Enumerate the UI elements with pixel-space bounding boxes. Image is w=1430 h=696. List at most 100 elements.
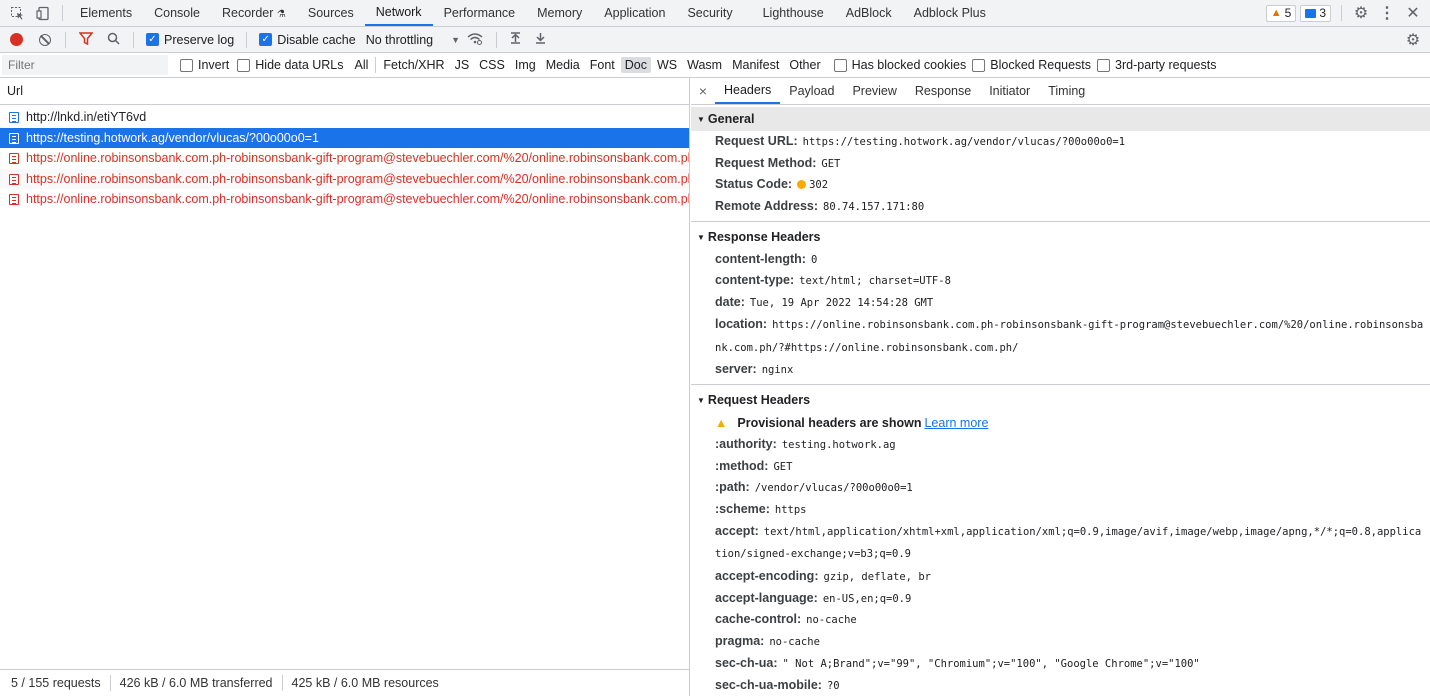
- tab-elements[interactable]: Elements: [69, 0, 143, 26]
- header-value: " Not A;Brand";v="99", "Chromium";v="100…: [782, 657, 1200, 670]
- hide-data-urls-checkbox[interactable]: Hide data URLs: [237, 58, 344, 72]
- tab-adblock[interactable]: AdBlock: [835, 0, 903, 26]
- header-key: Status Code:: [715, 177, 793, 192]
- request-details-pane: × Headers Payload Preview Response Initi…: [691, 78, 1430, 696]
- learn-more-link[interactable]: Learn more: [924, 416, 988, 430]
- header-value: https://online.robinsonsbank.com.ph-robi…: [715, 318, 1424, 354]
- has-blocked-cookies-checkbox[interactable]: Has blocked cookies: [833, 58, 966, 72]
- filter-type-js[interactable]: JS: [451, 57, 474, 73]
- close-devtools-icon[interactable]: ✕: [1400, 0, 1426, 26]
- request-row-error[interactable]: https://online.robinsonsbank.com.ph-robi…: [0, 189, 689, 210]
- messages-count: 3: [1319, 6, 1326, 20]
- provisional-text: Provisional headers are shown: [737, 415, 922, 430]
- header-key: sec-ch-ua-mobile:: [715, 677, 822, 692]
- toolbar-divider: [133, 31, 134, 48]
- filter-input[interactable]: [2, 55, 168, 75]
- more-options-icon[interactable]: ⋮: [1374, 0, 1400, 26]
- tab-preview[interactable]: Preview: [843, 78, 905, 104]
- request-row-selected[interactable]: https://testing.hotwork.ag/vendor/vlucas…: [0, 127, 689, 148]
- disable-cache-label: Disable cache: [277, 32, 356, 47]
- header-key: content-type:: [715, 273, 795, 288]
- tab-recorder-label: Recorder: [221, 6, 274, 20]
- tab-initiator[interactable]: Initiator: [980, 78, 1039, 104]
- tab-application[interactable]: Application: [593, 0, 676, 26]
- cache-control-row: cache-control: no-cache: [691, 609, 1430, 631]
- filter-type-ws[interactable]: WS: [653, 57, 681, 73]
- request-row-error[interactable]: https://online.robinsonsbank.com.ph-robi…: [0, 148, 689, 169]
- tab-console[interactable]: Console: [143, 0, 211, 26]
- tab-sources[interactable]: Sources: [297, 0, 365, 26]
- tab-adblock-plus[interactable]: Adblock Plus: [903, 0, 997, 26]
- checkbox-checked: ✓: [259, 33, 273, 46]
- filter-funnel-icon[interactable]: [78, 31, 94, 48]
- general-section-header[interactable]: ▼ General: [691, 107, 1430, 131]
- filter-type-img[interactable]: Img: [511, 57, 540, 73]
- tab-response[interactable]: Response: [906, 78, 980, 104]
- network-conditions-icon[interactable]: [467, 32, 483, 48]
- search-icon[interactable]: [107, 32, 120, 48]
- filter-type-manifest[interactable]: Manifest: [728, 57, 783, 73]
- toolbar-divider: [1341, 5, 1342, 21]
- tab-timing[interactable]: Timing: [1039, 78, 1094, 104]
- tab-security[interactable]: Security: [676, 0, 743, 26]
- disable-cache-checkbox[interactable]: ✓ Disable cache: [259, 33, 356, 47]
- general-title: General: [707, 112, 755, 126]
- request-headers-section-header[interactable]: ▼ Request Headers: [691, 388, 1430, 412]
- warnings-badge[interactable]: ▲ 5: [1265, 4, 1297, 22]
- tab-lighthouse[interactable]: Lighthouse: [752, 0, 835, 26]
- filter-type-font[interactable]: Font: [586, 57, 619, 73]
- response-headers-title: Response Headers: [707, 229, 821, 244]
- export-har-icon[interactable]: [535, 32, 546, 47]
- inspect-element-icon[interactable]: [4, 0, 30, 26]
- clear-icon[interactable]: [39, 33, 51, 46]
- device-toggle-icon[interactable]: [30, 0, 56, 26]
- tab-memory[interactable]: Memory: [526, 0, 593, 26]
- header-value: 80.74.157.171:80: [823, 201, 925, 214]
- filter-type-fetch-xhr[interactable]: Fetch/XHR: [379, 57, 448, 73]
- request-url: https://online.robinsonsbank.com.ph-robi…: [26, 171, 689, 186]
- checkbox-checked: ✓: [146, 33, 159, 46]
- header-key: content-length:: [715, 251, 806, 266]
- request-row-error[interactable]: https://online.robinsonsbank.com.ph-robi…: [0, 168, 689, 189]
- preserve-log-checkbox[interactable]: ✓ Preserve log: [146, 33, 234, 47]
- header-key: server:: [715, 362, 757, 377]
- response-headers-section-header[interactable]: ▼ Response Headers: [691, 225, 1430, 249]
- throttling-select[interactable]: No throttling ▼: [366, 33, 460, 47]
- filter-type-all[interactable]: All: [351, 57, 373, 73]
- request-headers-title: Request Headers: [707, 392, 811, 407]
- tab-payload[interactable]: Payload: [780, 78, 843, 104]
- network-settings-gear-icon[interactable]: ⚙: [1400, 30, 1426, 50]
- import-har-icon[interactable]: [510, 32, 521, 47]
- tab-performance[interactable]: Performance: [433, 0, 527, 26]
- resources-size: 425 kB / 6.0 MB resources: [291, 676, 439, 690]
- settings-gear-icon[interactable]: ⚙: [1348, 0, 1374, 26]
- filter-type-css[interactable]: CSS: [475, 57, 509, 73]
- expand-triangle-icon: ▼: [697, 395, 705, 405]
- request-row[interactable]: http://lnkd.in/etiYT6vd: [0, 107, 689, 128]
- blocked-requests-checkbox[interactable]: Blocked Requests: [972, 58, 1091, 72]
- document-icon: [9, 173, 19, 185]
- tab-recorder[interactable]: Recorder ⚗: [211, 0, 297, 26]
- header-key: Remote Address:: [715, 199, 819, 214]
- header-value: no-cache: [769, 636, 820, 649]
- filter-type-wasm[interactable]: Wasm: [683, 57, 726, 73]
- messages-badge[interactable]: 3: [1300, 4, 1331, 22]
- tab-network[interactable]: Network: [364, 0, 433, 26]
- request-url: https://testing.hotwork.ag/vendor/vlucas…: [26, 130, 319, 145]
- checkbox-unchecked: [180, 58, 193, 72]
- topbar-right: ▲ 5 3 ⚙ ⋮ ✕: [1265, 0, 1430, 26]
- filter-type-media[interactable]: Media: [542, 57, 584, 73]
- tab-headers[interactable]: Headers: [715, 78, 781, 104]
- filter-bar: Invert Hide data URLs All Fetch/XHR JS C…: [0, 53, 1430, 78]
- filter-type-doc[interactable]: Doc: [620, 57, 651, 73]
- invert-checkbox[interactable]: Invert: [180, 58, 229, 72]
- header-key: date:: [715, 295, 745, 310]
- checkbox-unchecked: [237, 58, 251, 72]
- url-column-header[interactable]: Url: [0, 78, 689, 105]
- record-button[interactable]: [10, 33, 23, 46]
- filter-type-other[interactable]: Other: [785, 57, 824, 73]
- third-party-requests-checkbox[interactable]: 3rd-party requests: [1097, 58, 1216, 72]
- section-divider: [691, 383, 1430, 385]
- content-type-row: content-type: text/html; charset=UTF-8: [691, 270, 1430, 292]
- close-details-icon[interactable]: ×: [691, 83, 715, 99]
